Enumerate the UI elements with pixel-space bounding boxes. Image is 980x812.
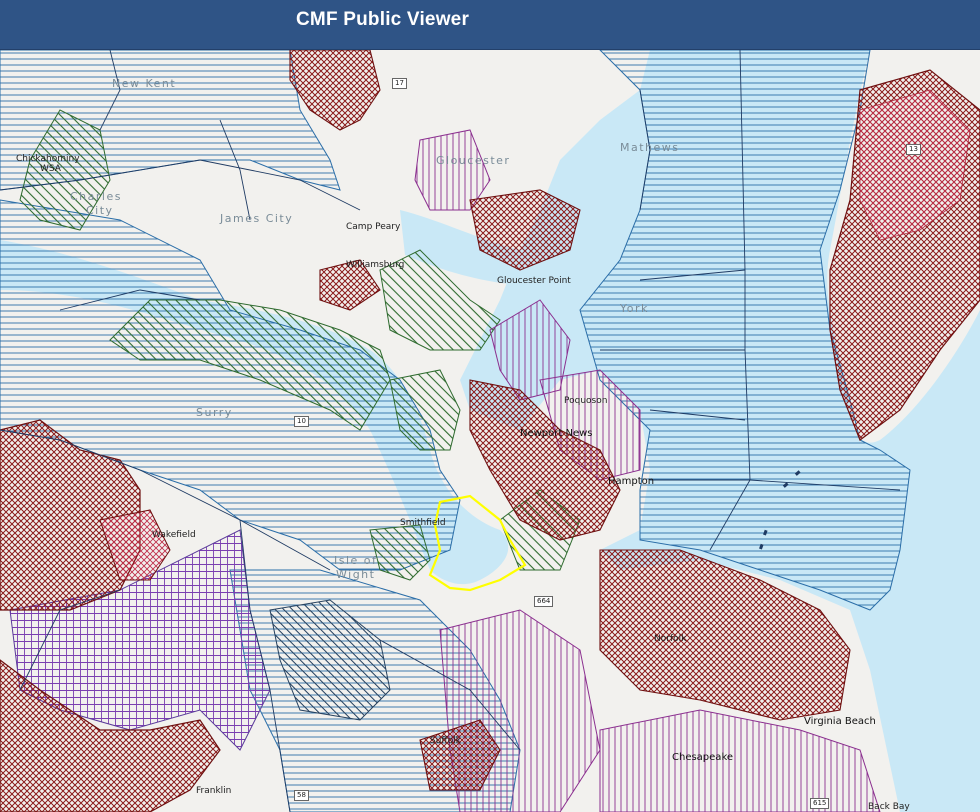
label-smithfield: Smithfield [400,518,446,528]
route-17-shield: 17 [392,78,407,89]
label-franklin: Franklin [196,786,232,796]
route-13-shield: 13 [906,144,921,155]
label-isle-of-wight-2: Wight [336,568,376,581]
label-newport-news: Newport News [520,428,593,439]
label-chesapeake: Chesapeake [672,752,734,763]
label-charles-city-2: City [86,204,114,217]
route-664-shield: 664 [534,596,554,607]
label-wakefield: Wakefield [152,530,196,540]
label-poquoson: Poquoson [564,396,608,406]
label-new-kent: New Kent [112,77,177,90]
label-norfolk: Norfolk [654,634,687,644]
label-chickahominy: Chickahominy [16,154,80,164]
label-york: York [620,302,649,315]
label-virginia-beach: Virginia Beach [804,716,876,727]
label-isle-of-wight: Isle of [334,554,378,567]
label-camp-peary: Camp Peary [346,222,401,232]
label-charles-city: Charles [70,190,122,203]
map-view[interactable]: New Kent Gloucester Mathews Chickahominy… [0,50,980,812]
label-williamsburg: Williamsburg [346,260,405,270]
label-chickahominy-wsa: WSA [40,164,61,174]
label-back-bay: Back Bay [868,802,910,812]
label-surry: Surry [196,406,233,419]
label-james-city: James City [220,212,294,225]
route-58-shield: 58 [294,790,309,801]
route-10-shield: 10 [294,416,309,427]
label-gloucester-point: Gloucester Point [497,276,571,286]
label-suffolk: Suffolk [430,736,461,746]
app-title: CMF Public Viewer [296,9,470,30]
label-hampton: Hampton [608,476,655,487]
route-615-shield: 615 [810,798,830,809]
label-mathews: Mathews [620,141,680,154]
label-gloucester: Gloucester [436,154,511,167]
app-header: CMF Public Viewer [0,0,980,50]
